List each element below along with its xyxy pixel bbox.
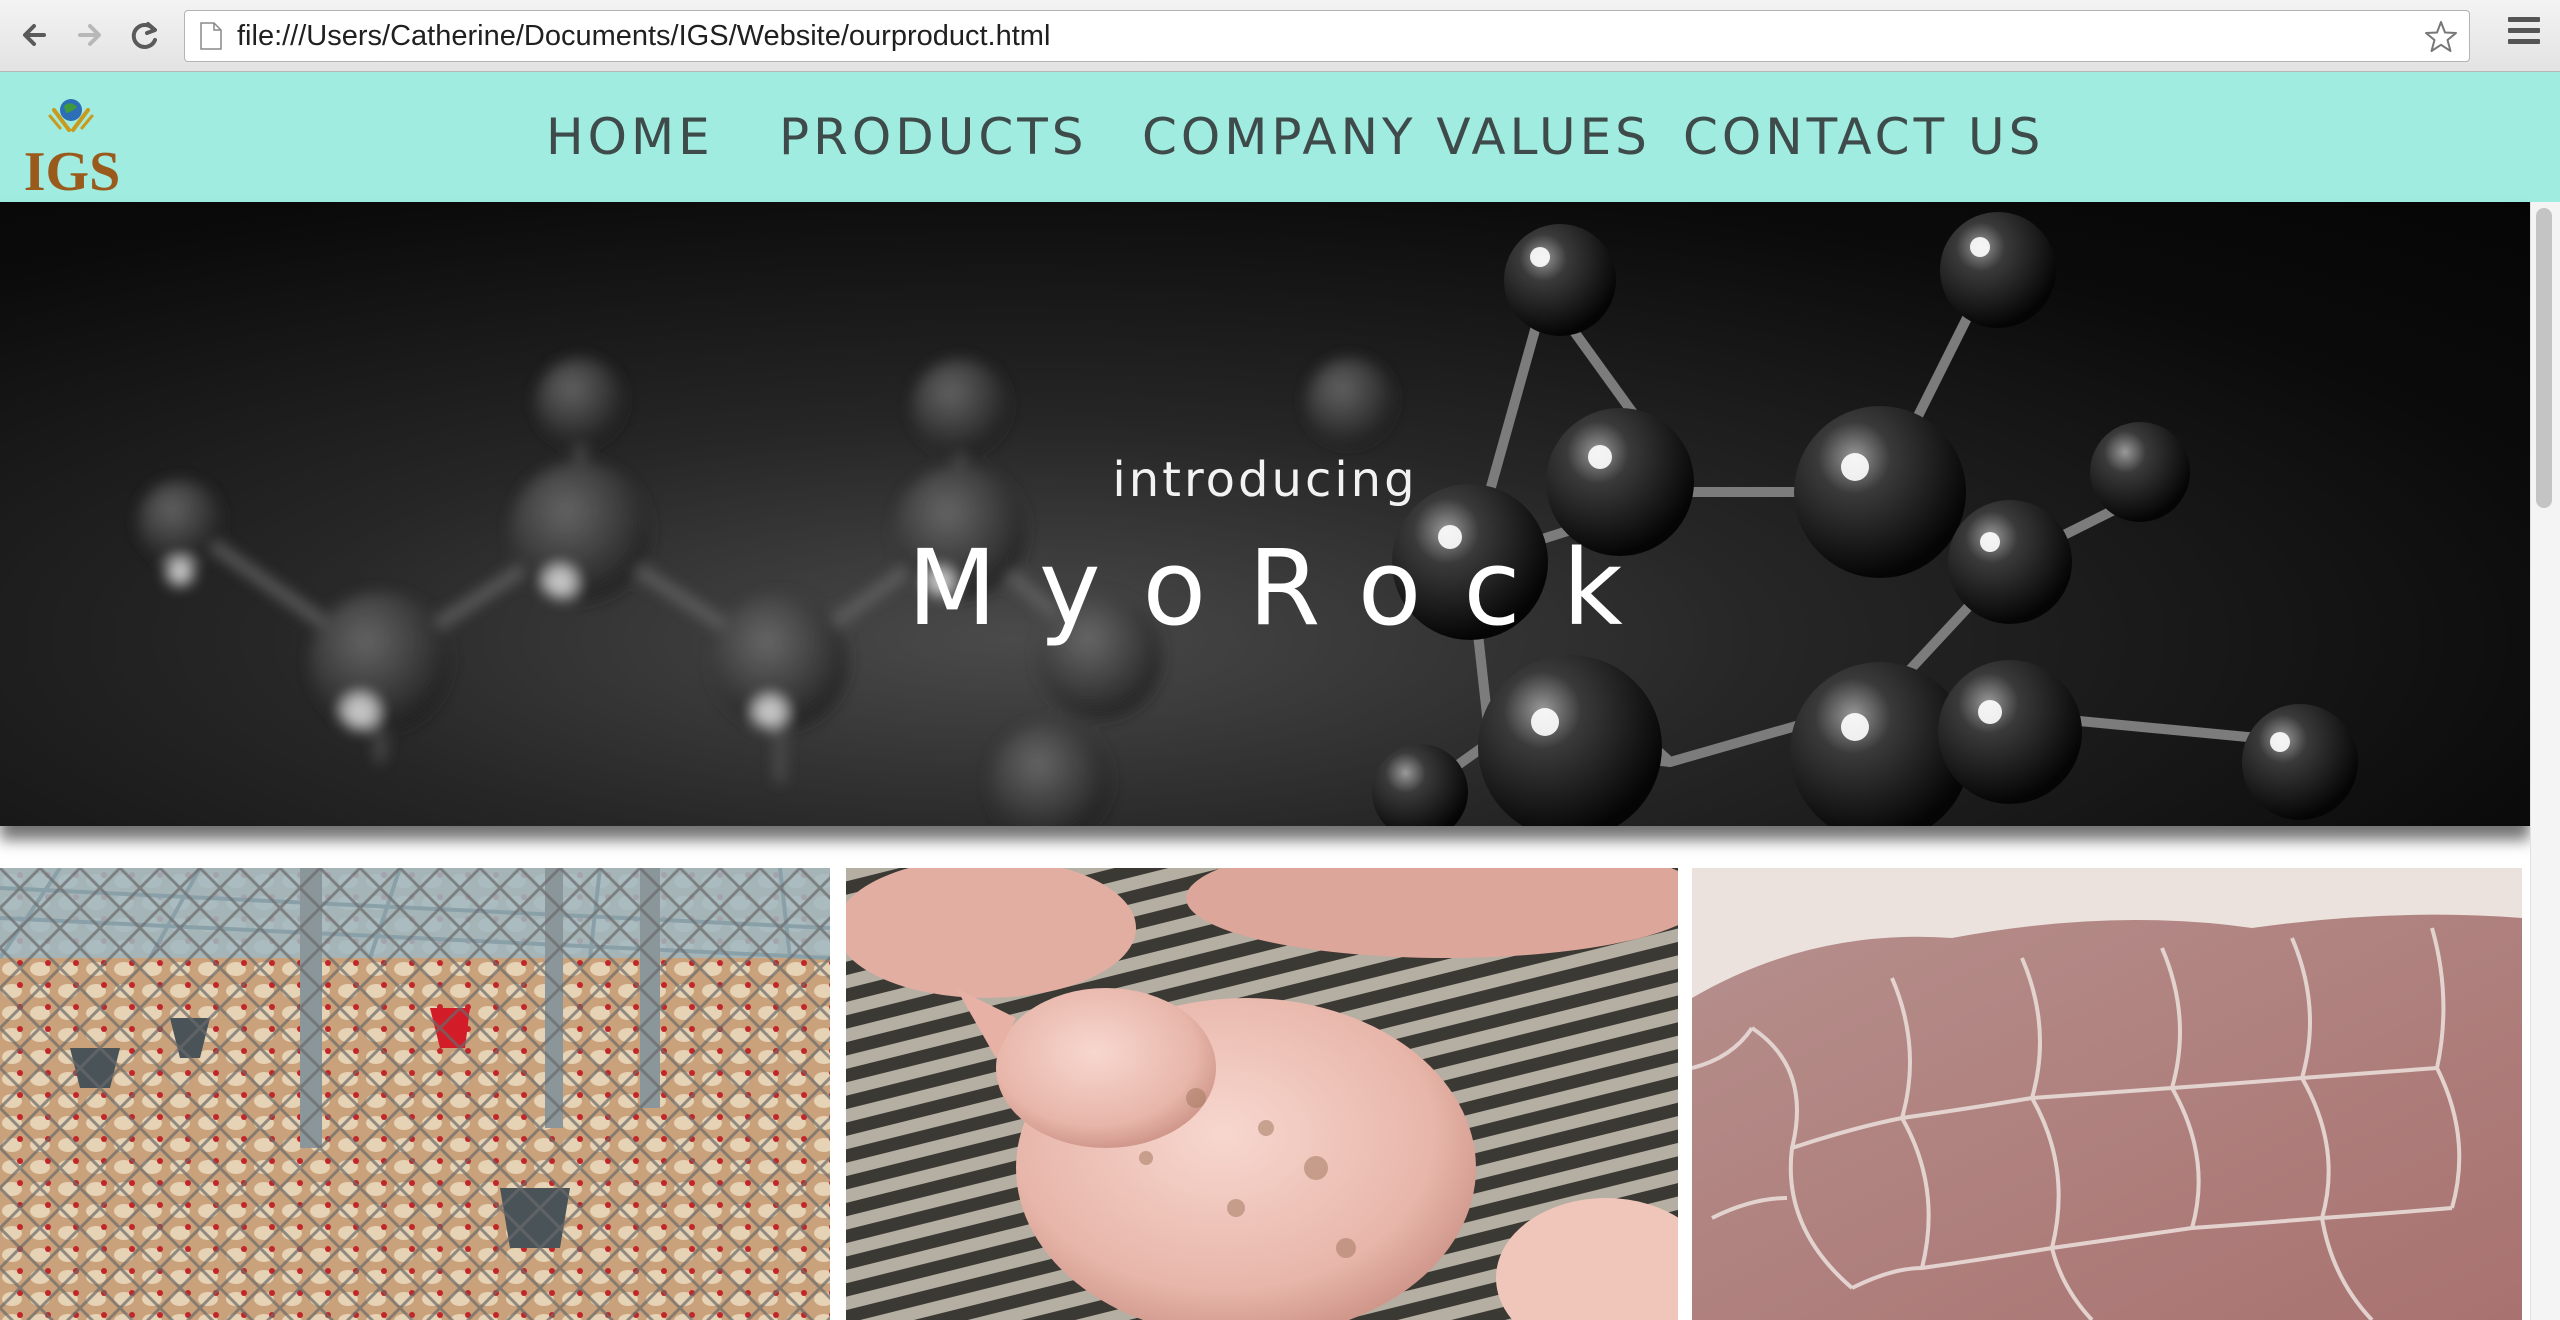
bookmark-star-icon[interactable] [2423,19,2459,55]
chickens-photo [0,868,830,1320]
url-text[interactable]: file:///Users/Catherine/Documents/IGS/We… [237,11,1050,61]
site-header: IGS HOME PRODUCTS COMPANY VALUES CONTACT… [0,72,2560,203]
browser-toolbar: file:///Users/Catherine/Documents/IGS/We… [0,0,2560,72]
molecule-background-image [138,212,2358,826]
hero-banner: introducing MyoRock [0,202,2530,826]
arrow-left-icon [23,24,46,46]
forward-button[interactable] [68,14,110,56]
pig-photo [846,868,1678,1320]
nav-products[interactable]: PRODUCTS [779,102,1088,172]
address-bar[interactable]: file:///Users/Catherine/Documents/IGS/We… [184,10,2470,62]
nav-contact-us[interactable]: CONTACT US [1683,102,2044,172]
reload-button[interactable] [124,14,166,56]
raw-meat-photo [1692,868,2522,1320]
arrow-right-icon [78,24,101,46]
hero-intro-text: introducing [1112,452,1418,508]
nav-company-values[interactable]: COMPANY VALUES [1142,102,1651,172]
hamburger-menu-icon[interactable] [2504,17,2544,55]
reload-icon [131,22,157,49]
back-button[interactable] [14,14,56,56]
document-icon [199,22,223,50]
scrollbar-thumb[interactable] [2536,208,2552,508]
main-nav: HOME PRODUCTS COMPANY VALUES CONTACT US [0,72,2560,202]
hero-product-title: MyoRock [907,527,1665,649]
nav-home[interactable]: HOME [546,102,714,172]
